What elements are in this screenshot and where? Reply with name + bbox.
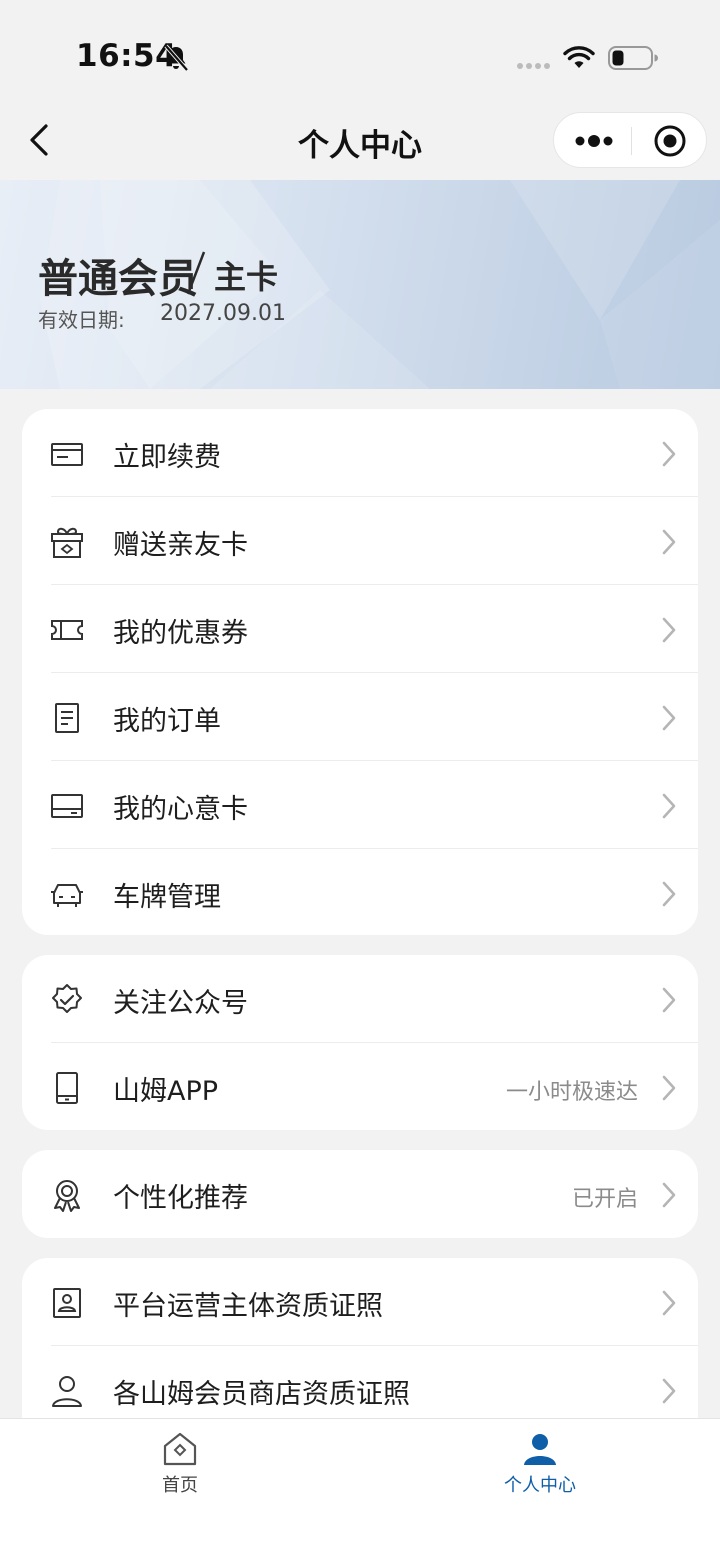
user-icon <box>524 1434 556 1465</box>
bell-off-icon <box>164 44 189 72</box>
badge-check-icon <box>52 984 82 1013</box>
title-slash <box>186 251 206 295</box>
member-level: 普通会员 <box>38 255 198 302</box>
menu-item-platform-license[interactable]: 平台运营主体资质证照 <box>22 1258 698 1346</box>
menu-card-recommendation: 个性化推荐 已开启 <box>22 1150 698 1238</box>
menu-item-renew[interactable]: 立即续费 <box>22 409 698 497</box>
menu-item-orders[interactable]: 我的订单 <box>22 673 698 761</box>
gift-card-icon <box>51 794 83 818</box>
signal-icon <box>517 63 550 69</box>
chevron-right-icon <box>662 987 676 1013</box>
menu-item-label: 我的优惠券 <box>113 618 248 649</box>
menu-item-label: 个性化推荐 <box>113 1183 248 1214</box>
chevron-right-icon <box>662 1075 676 1101</box>
valid-date: 2027.09.01 <box>160 301 286 326</box>
chevron-right-icon <box>662 529 676 555</box>
menu-item-hint: 一小时极速达 <box>505 1080 638 1105</box>
menu-item-label: 立即续费 <box>113 442 221 473</box>
menu-item-personalized-recommendation[interactable]: 个性化推荐 已开启 <box>22 1150 698 1238</box>
menu-item-label: 赠送亲友卡 <box>113 530 248 561</box>
menu-item-sams-app[interactable]: 山姆APP 一小时极速达 <box>22 1043 698 1130</box>
gift-icon <box>51 527 83 558</box>
tab-profile-label: 个人中心 <box>504 1475 576 1496</box>
chevron-right-icon <box>662 441 676 467</box>
menu-item-label: 我的心意卡 <box>113 794 248 825</box>
more-icon[interactable] <box>572 126 616 156</box>
tab-home-label: 首页 <box>162 1475 198 1496</box>
battery-icon <box>608 46 658 70</box>
menu-item-label: 山姆APP <box>113 1076 219 1107</box>
membership-banner: 普通会员 主卡 有效日期: 2027.09.01 <box>0 180 720 389</box>
menu-item-label: 关注公众号 <box>113 988 248 1019</box>
chevron-right-icon <box>662 1290 676 1316</box>
card-type: 主卡 <box>214 258 279 296</box>
chevron-right-icon <box>662 705 676 731</box>
capsule-divider <box>631 127 632 155</box>
order-icon <box>55 703 79 733</box>
status-time: 16:54 <box>76 38 178 74</box>
menu-card-account: 立即续费 赠送亲友卡 我的优惠券 我的订单 我的心意卡 车牌管理 <box>22 409 698 935</box>
wifi-icon <box>563 46 595 68</box>
tab-profile[interactable]: 个人中心 <box>460 1431 620 1501</box>
tab-bar: 首页 个人中心 <box>0 1418 720 1565</box>
car-icon <box>51 884 83 907</box>
menu-item-label: 车牌管理 <box>113 882 221 913</box>
phone-icon <box>56 1072 78 1104</box>
menu-item-license-plates[interactable]: 车牌管理 <box>22 849 698 935</box>
chevron-right-icon <box>662 617 676 643</box>
award-icon <box>54 1180 80 1212</box>
id-card-icon <box>53 1288 81 1318</box>
menu-item-follow-official-account[interactable]: 关注公众号 <box>22 955 698 1043</box>
home-icon <box>163 1432 197 1466</box>
menu-item-gift-family-card[interactable]: 赠送亲友卡 <box>22 497 698 585</box>
tab-home[interactable]: 首页 <box>100 1431 260 1501</box>
chevron-right-icon <box>662 1182 676 1208</box>
nav-bar: 个人中心 <box>0 100 720 180</box>
chevron-right-icon <box>662 881 676 907</box>
menu-item-gift-cards[interactable]: 我的心意卡 <box>22 761 698 849</box>
chevron-right-icon <box>662 1378 676 1404</box>
page: 16:54 个人中心 普通会员 主卡 有效日期: 2027.09.01 立即续费… <box>0 0 720 1565</box>
menu-item-label: 我的订单 <box>113 706 221 737</box>
status-bar: 16:54 <box>0 0 720 100</box>
close-mini-program-icon[interactable] <box>652 123 688 159</box>
menu-item-label: 平台运营主体资质证照 <box>113 1291 383 1322</box>
menu-item-label: 各山姆会员商店资质证照 <box>113 1379 410 1410</box>
card-icon <box>51 443 83 466</box>
mini-program-capsule <box>553 112 707 168</box>
valid-date-label: 有效日期: <box>38 308 125 332</box>
coupon-icon <box>51 620 83 640</box>
chevron-right-icon <box>662 793 676 819</box>
menu-item-hint: 已开启 <box>571 1187 638 1212</box>
person-icon <box>52 1376 82 1407</box>
menu-card-follow: 关注公众号 山姆APP 一小时极速达 <box>22 955 698 1130</box>
menu-item-coupons[interactable]: 我的优惠券 <box>22 585 698 673</box>
